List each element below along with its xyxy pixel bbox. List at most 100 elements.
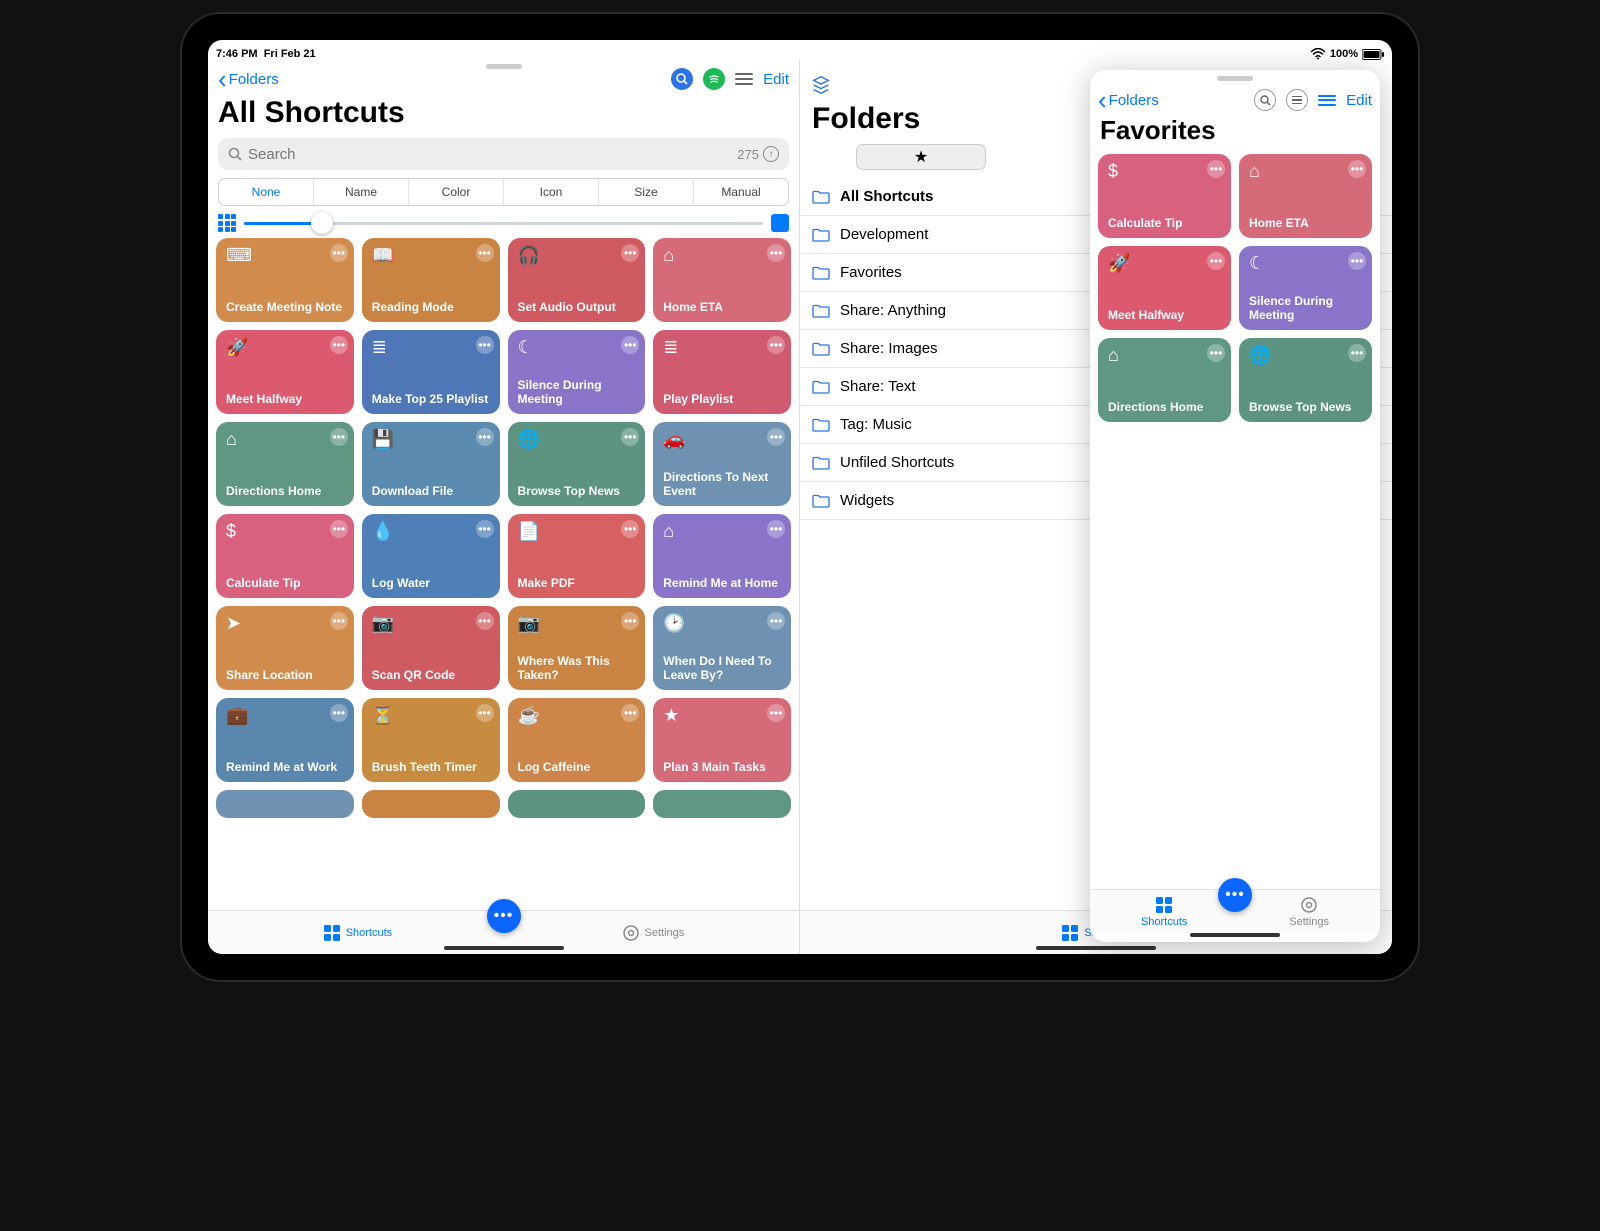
favorite-card[interactable]: $ Calculate Tip ••• [1098,154,1231,238]
shortcut-card[interactable]: 🚗 Directions To Next Event ••• [653,422,791,506]
shortcut-card[interactable]: 🎧 Set Audio Output ••• [508,238,646,322]
shortcut-card-peek[interactable] [216,790,354,818]
slideover-fab[interactable]: ••• [1218,878,1252,912]
edit-button[interactable]: Edit [763,71,789,88]
sync-icon[interactable]: ↑ [763,146,779,162]
pane-grabber[interactable] [486,64,522,69]
shortcut-more-button[interactable]: ••• [621,244,639,262]
shortcut-more-button[interactable]: ••• [476,520,494,538]
shortcut-card-peek[interactable] [653,790,791,818]
sort-color[interactable]: Color [409,179,504,205]
shortcut-card[interactable]: ⌨ Create Meeting Note ••• [216,238,354,322]
shortcut-more-button[interactable]: ••• [1207,252,1225,270]
shortcut-card[interactable]: 💧 Log Water ••• [362,514,500,598]
shortcut-icon: 📷 [372,614,490,632]
shortcut-more-button[interactable]: ••• [1207,344,1225,362]
shortcut-more-button[interactable]: ••• [330,704,348,722]
favorite-card[interactable]: ⌂ Home ETA ••• [1239,154,1372,238]
shortcut-more-button[interactable]: ••• [476,244,494,262]
sort-size[interactable]: Size [599,179,694,205]
shortcut-more-button[interactable]: ••• [767,704,785,722]
shortcut-more-button[interactable]: ••• [1348,344,1366,362]
shortcut-more-button[interactable]: ••• [330,244,348,262]
favorite-card[interactable]: 🌐 Browse Top News ••• [1239,338,1372,422]
shortcut-card[interactable]: ➤ Share Location ••• [216,606,354,690]
shortcut-card[interactable]: ⏳ Brush Teeth Timer ••• [362,698,500,782]
shortcut-more-button[interactable]: ••• [621,612,639,630]
shortcut-more-button[interactable]: ••• [476,612,494,630]
slider-knob[interactable] [311,212,333,234]
sort-icon[interactable]: Icon [504,179,599,205]
shortcut-more-button[interactable]: ••• [767,428,785,446]
shortcut-more-button[interactable]: ••• [767,244,785,262]
shortcut-more-button[interactable]: ••• [1207,160,1225,178]
card-size-slider[interactable] [208,214,799,238]
shortcut-card[interactable]: 📷 Scan QR Code ••• [362,606,500,690]
shortcut-card[interactable]: $ Calculate Tip ••• [216,514,354,598]
slideover-view-button[interactable] [1318,95,1336,106]
shortcut-more-button[interactable]: ••• [330,520,348,538]
view-menu-button[interactable] [735,73,753,85]
shortcut-card[interactable]: 💼 Remind Me at Work ••• [216,698,354,782]
shortcut-card[interactable]: 📖 Reading Mode ••• [362,238,500,322]
sort-manual[interactable]: Manual [694,179,788,205]
sort-segmented-control[interactable]: None Name Color Icon Size Manual [218,178,789,206]
shortcut-card[interactable]: ☾ Silence During Meeting ••• [508,330,646,414]
search-field[interactable] [248,146,737,163]
shortcut-more-button[interactable]: ••• [330,428,348,446]
slideover-tab-shortcuts[interactable]: Shortcuts [1141,896,1187,928]
shortcut-more-button[interactable]: ••• [621,336,639,354]
shortcut-more-button[interactable]: ••• [476,428,494,446]
tab-settings[interactable]: Settings [622,924,685,942]
shortcut-more-button[interactable]: ••• [621,704,639,722]
stack-icon[interactable] [810,74,832,96]
sort-name[interactable]: Name [314,179,409,205]
shortcut-more-button[interactable]: ••• [330,336,348,354]
slideover-menu-icon[interactable] [1286,89,1308,111]
search-shortcuts-button[interactable] [671,68,693,90]
slideover-edit-button[interactable]: Edit [1346,92,1372,109]
shortcut-card[interactable]: ☕ Log Caffeine ••• [508,698,646,782]
tab-shortcuts[interactable]: Shortcuts [323,924,392,942]
slideover-search-icon[interactable] [1254,89,1276,111]
back-folders-button[interactable]: Folders [218,71,279,88]
favorite-card[interactable]: 🚀 Meet Halfway ••• [1098,246,1231,330]
shortcut-card[interactable]: 🚀 Meet Halfway ••• [216,330,354,414]
shortcut-card[interactable]: ⌂ Remind Me at Home ••• [653,514,791,598]
shortcut-card[interactable]: 💾 Download File ••• [362,422,500,506]
shortcut-card[interactable]: ⌂ Directions Home ••• [216,422,354,506]
shortcut-card[interactable]: 📷 Where Was This Taken? ••• [508,606,646,690]
shortcut-label: Calculate Tip [1108,216,1221,230]
shortcut-more-button[interactable]: ••• [476,704,494,722]
search-input[interactable]: 275 ↑ [218,138,789,170]
shortcut-more-button[interactable]: ••• [330,612,348,630]
shortcut-card[interactable]: 🕑 When Do I Need To Leave By? ••• [653,606,791,690]
shortcut-more-button[interactable]: ••• [1348,160,1366,178]
shortcut-more-button[interactable]: ••• [621,520,639,538]
shortcut-card-peek[interactable] [362,790,500,818]
folder-label: Development [840,226,928,243]
sort-none[interactable]: None [219,179,314,205]
shortcut-card[interactable]: ≣ Play Playlist ••• [653,330,791,414]
favorite-card[interactable]: ☾ Silence During Meeting ••• [1239,246,1372,330]
shortcut-card[interactable]: ⌂ Home ETA ••• [653,238,791,322]
shortcut-card[interactable]: 🌐 Browse Top News ••• [508,422,646,506]
shortcut-more-button[interactable]: ••• [1348,252,1366,270]
shortcut-card-peek[interactable] [508,790,646,818]
shortcut-icon: ⌂ [663,246,781,264]
spotify-shortcut-button[interactable] [703,68,725,90]
shortcut-card[interactable]: ★ Plan 3 Main Tasks ••• [653,698,791,782]
slideover-back-button[interactable]: Folders [1098,92,1159,109]
slideover-tab-settings[interactable]: Settings [1289,896,1329,928]
favorites-segment[interactable]: ★ [856,144,986,170]
slideover-panel[interactable]: Folders Edit Favorites $ Calculate Tip •… [1090,70,1380,942]
shortcut-more-button[interactable]: ••• [621,428,639,446]
shortcut-card[interactable]: ≣ Make Top 25 Playlist ••• [362,330,500,414]
more-actions-fab[interactable]: ••• [487,899,521,933]
shortcut-more-button[interactable]: ••• [767,520,785,538]
shortcut-card[interactable]: 📄 Make PDF ••• [508,514,646,598]
favorite-card[interactable]: ⌂ Directions Home ••• [1098,338,1231,422]
shortcut-more-button[interactable]: ••• [767,612,785,630]
shortcut-more-button[interactable]: ••• [476,336,494,354]
shortcut-more-button[interactable]: ••• [767,336,785,354]
